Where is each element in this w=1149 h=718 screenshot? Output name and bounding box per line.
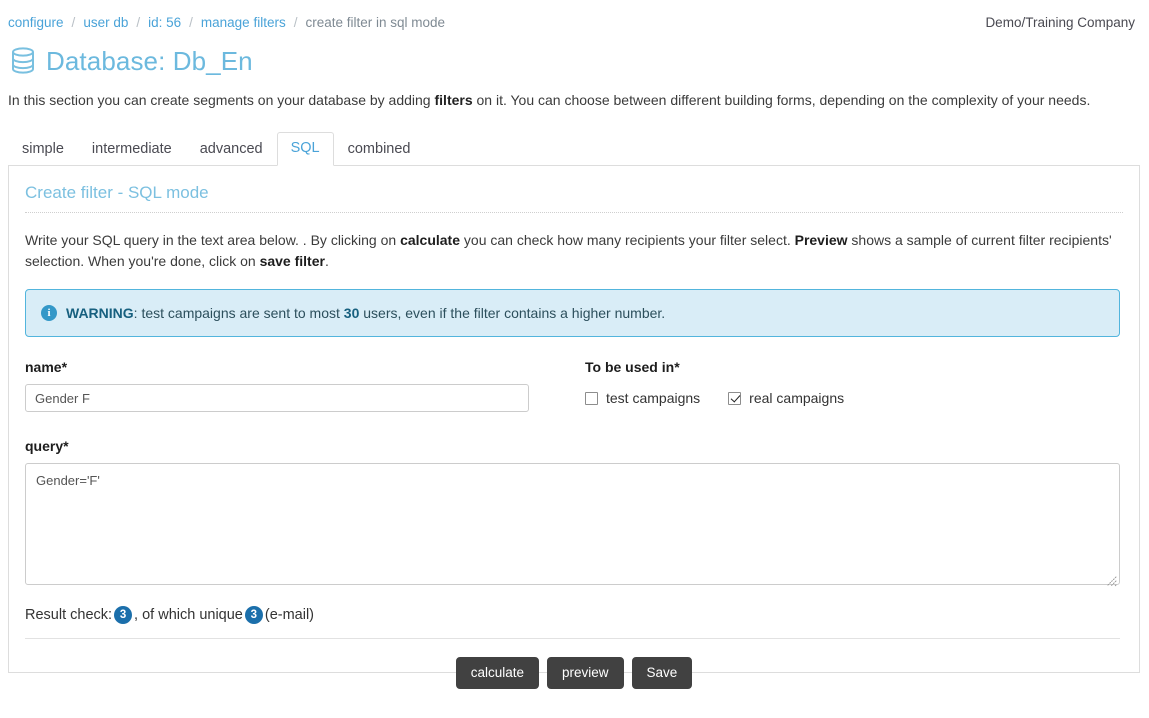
warning-alert-text: WARNING: test campaigns are sent to most… <box>66 305 665 321</box>
page-title: Database: Db_En <box>46 45 253 76</box>
query-textarea-wrap <box>25 463 1120 590</box>
tab-simple[interactable]: simple <box>8 133 78 166</box>
checkbox-real-campaigns[interactable]: real campaigns <box>728 390 844 406</box>
tab-combined[interactable]: combined <box>334 133 425 166</box>
panel-desc-bold-calculate: calculate <box>400 232 461 248</box>
name-label: name* <box>25 359 68 375</box>
warning-label: WARNING <box>66 305 134 321</box>
checkbox-real-campaigns-label: real campaigns <box>749 390 845 406</box>
result-check-label: Result check: <box>25 607 113 623</box>
panel-desc-part-4: . <box>324 253 329 269</box>
save-button[interactable]: Save <box>631 657 693 689</box>
page-header: Database: Db_En <box>0 34 1149 78</box>
action-button-row: calculate preview Save <box>25 657 1123 689</box>
database-icon <box>10 46 36 76</box>
intro-text: In this section you can create segments … <box>0 78 1120 111</box>
result-check-suffix: (e-mail) <box>264 607 315 623</box>
breadcrumb-item-manage-filters[interactable]: manage filters <box>201 15 286 30</box>
page-root: configure / user db / id: 56 / manage fi… <box>0 0 1149 718</box>
result-check-middle: , of which unique <box>134 607 243 623</box>
query-label: query* <box>25 438 69 454</box>
breadcrumb: configure / user db / id: 56 / manage fi… <box>8 15 445 30</box>
preview-button[interactable]: preview <box>546 657 624 689</box>
usage-field-group: To be used in* test campaigns real campa… <box>585 359 872 412</box>
intro-part-1: In this section you can create segments … <box>8 92 435 108</box>
info-circle-icon: i <box>41 305 57 321</box>
name-field-group: name* <box>25 359 585 412</box>
breadcrumb-item-user-db[interactable]: user db <box>83 15 128 30</box>
panel-desc-bold-preview: Preview <box>794 232 848 248</box>
sql-filter-panel: Create filter - SQL mode Write your SQL … <box>8 166 1140 689</box>
warning-max-users: 30 <box>343 305 360 321</box>
intro-bold-filters: filters <box>434 92 473 108</box>
intro-part-2: on it. You can choose between different … <box>472 92 1091 108</box>
breadcrumb-separator: / <box>136 14 141 30</box>
panel-title: Create filter - SQL mode <box>25 180 1123 213</box>
filter-name-input[interactable] <box>25 384 529 412</box>
checkbox-test-campaigns[interactable]: test campaigns <box>585 390 700 406</box>
top-bar: configure / user db / id: 56 / manage fi… <box>0 0 1149 34</box>
result-unique-badge: 3 <box>244 606 263 624</box>
panel-desc-part-2: you can check how many recipients your f… <box>460 232 795 248</box>
tab-intermediate[interactable]: intermediate <box>78 133 186 166</box>
warning-alert: i WARNING: test campaigns are sent to mo… <box>25 289 1120 337</box>
result-check-row: Result check: 3 , of which unique 3 (e-m… <box>25 606 1120 639</box>
query-field-group: query* <box>25 438 1123 590</box>
breadcrumb-item-configure[interactable]: configure <box>8 15 64 30</box>
name-and-usage-row: name* To be used in* test campaigns real… <box>25 359 1123 412</box>
tab-sql[interactable]: SQL <box>276 132 334 166</box>
filter-mode-tabs: simple intermediate advanced SQL combine… <box>8 132 1140 166</box>
breadcrumb-separator: / <box>293 14 298 30</box>
breadcrumb-separator: / <box>71 14 76 30</box>
panel-desc-part-1: Write your SQL query in the text area be… <box>25 232 401 248</box>
sql-query-textarea[interactable] <box>25 463 1120 585</box>
breadcrumb-separator: / <box>189 14 193 30</box>
breadcrumb-item-id[interactable]: id: 56 <box>148 15 181 30</box>
warning-text-part-1: : test campaigns are sent to most <box>133 305 344 321</box>
checkbox-test-campaigns-label: test campaigns <box>606 390 701 406</box>
breadcrumb-item-current: create filter in sql mode <box>305 14 446 30</box>
panel-description: Write your SQL query in the text area be… <box>25 230 1123 272</box>
panel-desc-bold-save-filter: save filter <box>259 253 325 269</box>
result-count-badge: 3 <box>114 606 133 624</box>
checkbox-test-campaigns-box[interactable] <box>585 391 598 405</box>
checkbox-real-campaigns-box[interactable] <box>728 391 742 405</box>
calculate-button[interactable]: calculate <box>455 657 539 689</box>
usage-checkbox-group: test campaigns real campaigns <box>585 384 872 406</box>
tab-advanced[interactable]: advanced <box>186 133 277 166</box>
warning-text-part-2: users, even if the filter contains a hig… <box>359 305 666 321</box>
to-be-used-in-label: To be used in* <box>585 359 680 375</box>
company-name: Demo/Training Company <box>985 14 1135 30</box>
